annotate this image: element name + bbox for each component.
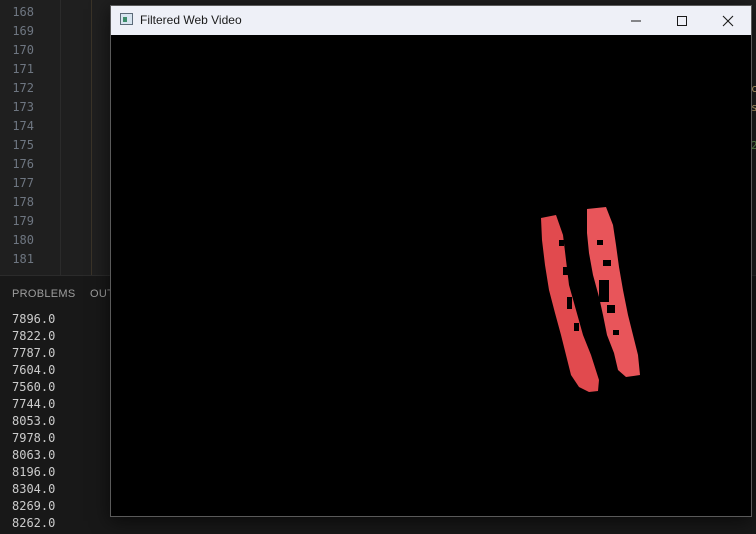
video-frame (111, 35, 751, 516)
line-number: 169 (12, 24, 34, 38)
output-line: 8063.0 (12, 448, 56, 462)
minimize-icon (631, 20, 641, 21)
window-title: Filtered Web Video (140, 13, 242, 27)
indent-guide (91, 0, 92, 275)
detected-red-blob-right (587, 207, 640, 377)
output-line: 8196.0 (12, 465, 56, 479)
line-number: 172 (12, 81, 34, 95)
line-number: 181 (12, 252, 34, 266)
line-number: 177 (12, 176, 34, 190)
line-number: 174 (12, 119, 34, 133)
line-number: 176 (12, 157, 34, 171)
filtered-video-canvas (541, 207, 640, 392)
close-button[interactable] (705, 6, 751, 35)
output-line: 7744.0 (12, 397, 56, 411)
output-line: 8262.0 (12, 516, 56, 530)
gutter-divider (60, 0, 61, 275)
line-number: 179 (12, 214, 34, 228)
line-number: 180 (12, 233, 34, 247)
line-number: 171 (12, 62, 34, 76)
output-line: 7787.0 (12, 346, 56, 360)
line-number: 168 (12, 5, 34, 19)
line-number: 170 (12, 43, 34, 57)
output-line: 7896.0 (12, 312, 56, 326)
line-number: 173 (12, 100, 34, 114)
app-icon (120, 13, 133, 25)
output-line: 7560.0 (12, 380, 56, 394)
output-line: 8053.0 (12, 414, 56, 428)
maximize-button[interactable] (659, 6, 705, 35)
close-icon (722, 15, 734, 26)
output-line: 8269.0 (12, 499, 56, 513)
minimize-button[interactable] (613, 6, 659, 35)
line-number: 178 (12, 195, 34, 209)
line-number: 175 (12, 138, 34, 152)
line-number-gutter: 168 169 170 171 172 173 174 175 176 177 … (0, 0, 60, 275)
output-line: 7978.0 (12, 431, 56, 445)
output-line: 7822.0 (12, 329, 56, 343)
output-line: 7604.0 (12, 363, 56, 377)
window-titlebar[interactable]: Filtered Web Video (111, 6, 751, 35)
video-window[interactable]: Filtered Web Video (110, 5, 752, 517)
output-line: 8304.0 (12, 482, 56, 496)
tab-problems[interactable]: PROBLEMS (12, 288, 76, 300)
maximize-icon (677, 15, 687, 26)
